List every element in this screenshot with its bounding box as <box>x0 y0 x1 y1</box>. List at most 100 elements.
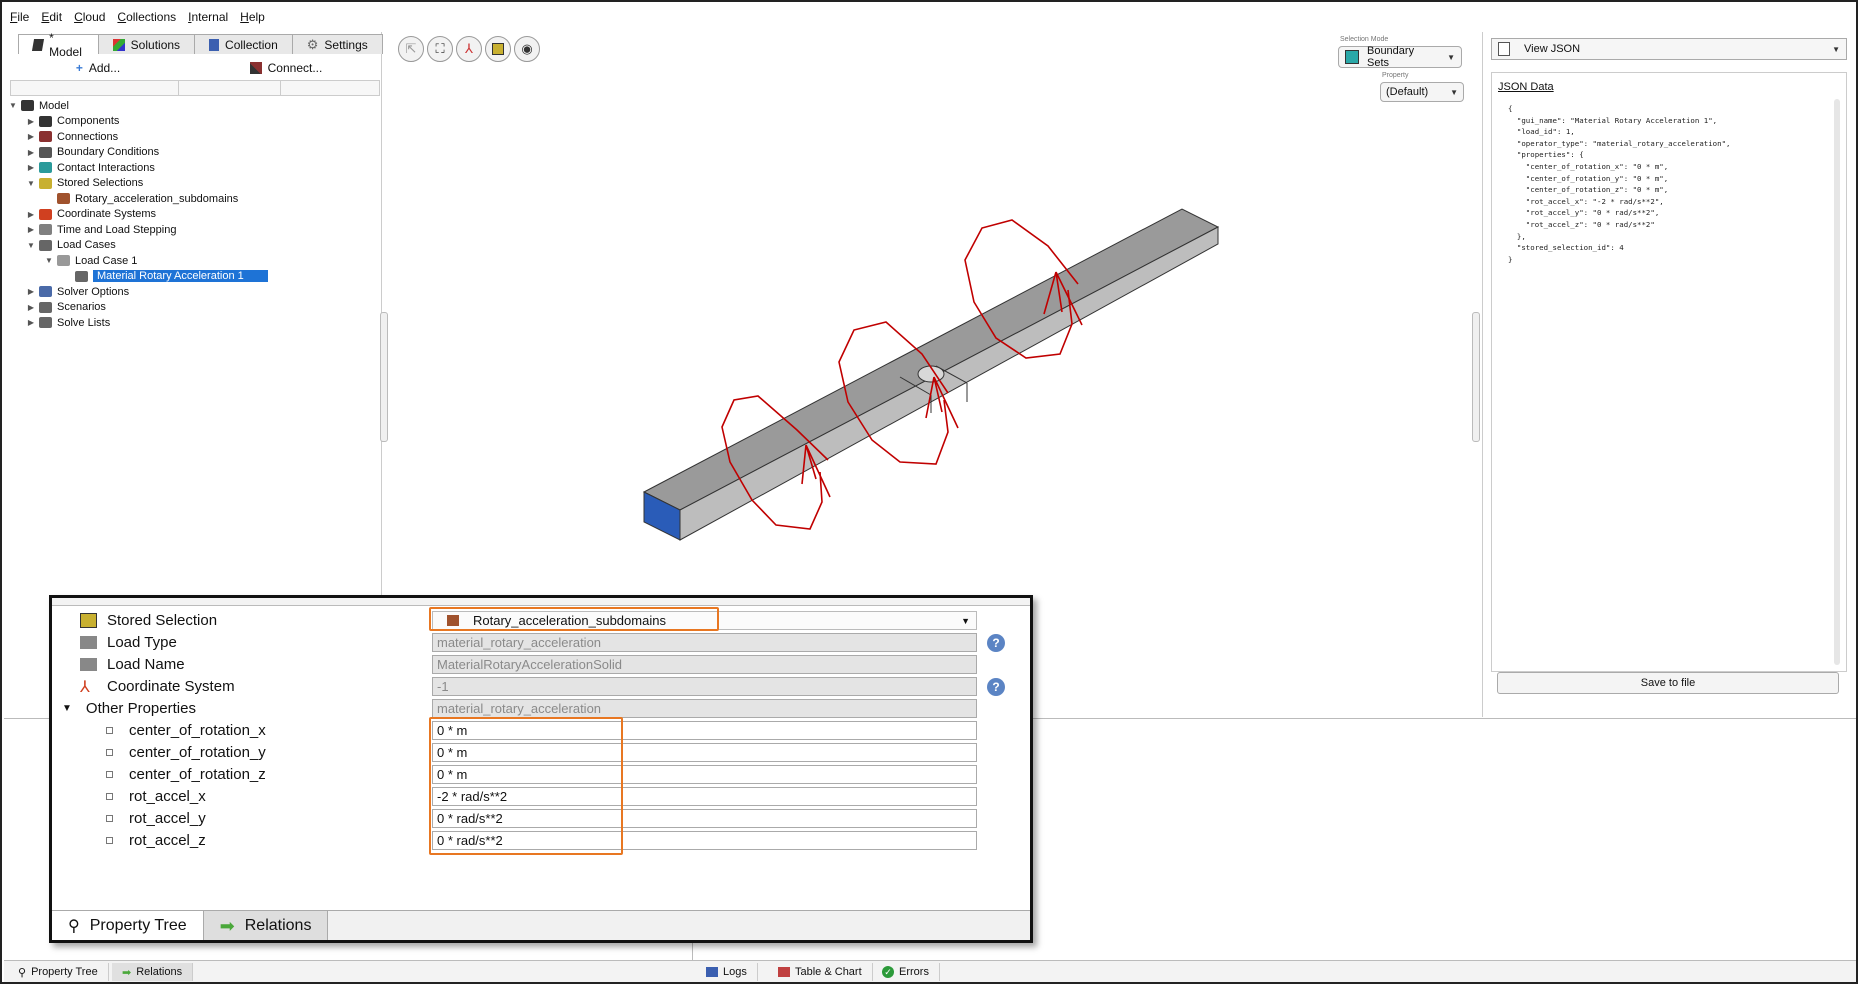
tree-node-icon <box>57 193 70 205</box>
property-bullet-icon <box>106 726 113 734</box>
menu-help[interactable]: Help <box>240 10 265 30</box>
tab-property-tree[interactable]: ⚲ Property Tree <box>52 911 204 940</box>
chevron-right-icon[interactable]: ▶ <box>26 148 36 157</box>
tree-item[interactable]: ▶ Contact Interactions <box>8 160 380 176</box>
json-data-box: JSON Data { "gui_name": "Material Rotary… <box>1491 72 1847 672</box>
tree-item[interactable]: ▶ Solver Options <box>8 284 380 300</box>
tree-node-icon <box>39 131 52 143</box>
tab-relations-bottom[interactable]: ➡ Relations <box>112 963 194 981</box>
tree-node-icon <box>39 224 52 236</box>
tree-item-label: Solver Options <box>57 285 130 298</box>
chevron-down-icon[interactable]: ▼ <box>26 179 36 188</box>
tab-relations[interactable]: ➡ Relations <box>203 911 329 940</box>
menu-file[interactable]: File <box>10 10 29 30</box>
property-bullet-icon <box>106 770 113 778</box>
chevron-right-icon[interactable]: ▶ <box>26 132 36 141</box>
tree-item[interactable]: ▶ Scenarios <box>8 300 380 316</box>
help-icon[interactable]: ? <box>987 634 1005 652</box>
beam-top-face <box>642 208 1220 511</box>
tree-item-label: Model <box>39 99 69 112</box>
tab-table-chart[interactable]: Table & Chart <box>768 963 873 981</box>
tree-item-label: Time and Load Stepping <box>57 223 177 236</box>
chevron-right-icon[interactable]: ▶ <box>26 303 36 312</box>
chevron-down-icon: ▼ <box>1832 44 1840 54</box>
left-splitter-handle[interactable] <box>380 312 388 442</box>
connect-button[interactable]: Connect... <box>192 56 380 80</box>
chevron-down-icon[interactable]: ▼ <box>8 101 18 110</box>
add-button[interactable]: + Add... <box>4 56 192 80</box>
tree-item[interactable]: ▼ Load Cases <box>8 238 380 254</box>
logs-icon <box>706 967 718 977</box>
tree-item[interactable]: ▼ Stored Selections <box>8 176 380 192</box>
tree-column-header <box>10 80 380 96</box>
chevron-right-icon[interactable]: ▶ <box>26 117 36 126</box>
tab-solutions[interactable]: Solutions <box>97 34 196 54</box>
zoom-header <box>52 598 1030 606</box>
coordinate-axes-icon: ⅄ <box>80 679 90 696</box>
tree-node-icon <box>39 317 52 329</box>
load-type-field: material_rotary_acceleration <box>432 633 977 652</box>
chevron-down-icon[interactable]: ▼ <box>26 241 36 250</box>
json-text[interactable]: { "gui_name": "Material Rotary Accelerat… <box>1508 103 1730 265</box>
help-icon[interactable]: ? <box>987 678 1005 696</box>
arrow-right-icon: ➡ <box>122 966 132 979</box>
solutions-icon <box>112 38 125 51</box>
bottom-tab-bar: ⚲ Property Tree ➡ Relations Logs Table &… <box>4 960 1856 982</box>
beam-front-face <box>679 226 1219 541</box>
zoom-tab-bar: ⚲ Property Tree ➡ Relations <box>52 910 1030 940</box>
tree-item[interactable]: ▶ Connections <box>8 129 380 145</box>
tree-item-label: Contact Interactions <box>57 161 155 174</box>
tab-logs[interactable]: Logs <box>696 963 758 981</box>
tree-item[interactable]: ▶ Coordinate Systems <box>8 207 380 223</box>
tree-node-icon <box>39 208 52 220</box>
tab-settings[interactable]: ⚙ Settings <box>291 34 383 54</box>
tree-node-icon <box>39 162 52 174</box>
right-splitter-handle[interactable] <box>1472 312 1480 442</box>
tab-model[interactable]: * Model <box>18 31 99 59</box>
menu-cloud[interactable]: Cloud <box>74 10 105 30</box>
save-to-file-button[interactable]: Save to file <box>1497 672 1839 694</box>
chevron-right-icon[interactable]: ▶ <box>26 225 36 234</box>
coordinate-system-field: -1 <box>432 677 977 696</box>
connect-icon <box>249 62 262 74</box>
menu-collections[interactable]: Collections <box>117 10 176 30</box>
zoomed-property-panel: Stored Selection Rotary_acceleration_sub… <box>49 595 1033 943</box>
tree-item[interactable]: Material Rotary Acceleration 1 <box>8 269 380 285</box>
tree-item[interactable]: ▼ Load Case 1 <box>8 253 380 269</box>
col-1 <box>11 81 179 95</box>
tree-node-icon <box>39 301 52 313</box>
tree-item[interactable]: ▶ Solve Lists <box>8 315 380 331</box>
tab-collection[interactable]: Collection <box>194 34 293 54</box>
tree-item[interactable]: ▼ Model <box>8 98 380 114</box>
tree-node-icon <box>39 115 52 127</box>
menu-internal[interactable]: Internal <box>188 10 228 30</box>
load-name-icon <box>80 657 97 671</box>
view-json-dropdown[interactable]: View JSON ▼ <box>1491 38 1847 60</box>
tree-item[interactable]: ▶ Components <box>8 114 380 130</box>
stored-selection-icon <box>80 612 97 628</box>
tree-item-label: Material Rotary Acceleration 1 <box>93 270 268 283</box>
expand-arrow-icon[interactable]: ▼ <box>62 703 72 714</box>
tree-item[interactable]: ▶ Time and Load Stepping <box>8 222 380 238</box>
property-bullet-icon <box>106 792 113 800</box>
collection-icon <box>209 38 220 51</box>
chart-icon <box>778 967 790 977</box>
chevron-right-icon[interactable]: ▶ <box>26 210 36 219</box>
chevron-right-icon[interactable]: ▶ <box>26 287 36 296</box>
row-load-type: Load Type material_rotary_acceleration ? <box>52 631 1028 653</box>
chevron-down-icon[interactable]: ▼ <box>44 256 54 265</box>
tree-node-icon <box>75 270 88 282</box>
chevron-right-icon[interactable]: ▶ <box>26 163 36 172</box>
tab-errors[interactable]: ✓ Errors <box>872 963 940 981</box>
search-icon: ⚲ <box>18 966 27 979</box>
check-icon: ✓ <box>882 966 894 978</box>
row-load-name: Load Name MaterialRotaryAccelerationSoli… <box>52 653 1028 675</box>
arrow-right-icon: ➡ <box>219 915 235 936</box>
chevron-right-icon[interactable]: ▶ <box>26 318 36 327</box>
tree-item[interactable]: ▶ Boundary Conditions <box>8 145 380 161</box>
property-bullet-icon <box>106 748 113 756</box>
menu-edit[interactable]: Edit <box>41 10 62 30</box>
tab-property-tree-bottom[interactable]: ⚲ Property Tree <box>8 963 109 981</box>
tree-item[interactable]: Rotary_acceleration_subdomains <box>8 191 380 207</box>
json-scrollbar[interactable] <box>1834 99 1840 665</box>
